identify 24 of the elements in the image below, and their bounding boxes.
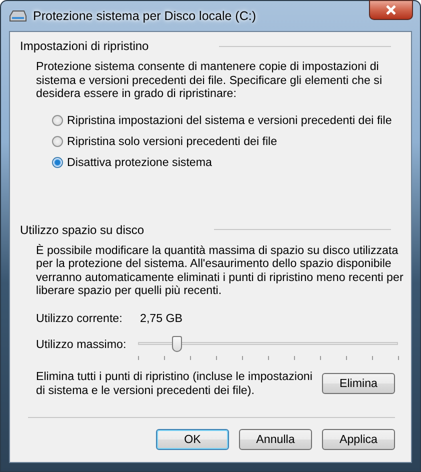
- close-icon: [385, 5, 397, 15]
- max-usage-slider[interactable]: [138, 336, 398, 362]
- group-title: Utilizzo spazio su disco: [20, 222, 144, 236]
- radio-button[interactable]: [52, 114, 63, 126]
- current-usage-label: Utilizzo corrente:: [36, 312, 124, 324]
- radio-option[interactable]: Ripristina impostazioni del sistema e versioni precedenti dei file: [52, 112, 401, 128]
- close-button[interactable]: [369, 0, 413, 20]
- delete-description: Elimina tutti i punti di ripristino (incluse le impostazioni di sistema e le versioni precedenti dei file).: [36, 370, 314, 398]
- dialog-button[interactable]: OK: [156, 428, 229, 450]
- max-usage-label: Utilizzo massimo:: [36, 338, 128, 350]
- window-title: Protezione sistema per Disco locale (C:): [33, 9, 256, 23]
- radio-button[interactable]: [52, 156, 63, 168]
- slider-thumb[interactable]: [172, 336, 182, 352]
- radio-button[interactable]: [52, 136, 63, 146]
- radio-option[interactable]: Ripristina solo versioni precedenti dei file: [52, 134, 401, 148]
- radio-option[interactable]: Disattiva protezione sistema: [52, 154, 401, 170]
- delete-button[interactable]: Elimina: [322, 373, 395, 394]
- drive-icon: [9, 9, 27, 23]
- current-usage-value: 2,75 GB: [140, 312, 183, 324]
- group-title: Impostazioni di ripristino: [20, 39, 149, 53]
- dialog-button[interactable]: Applica: [322, 428, 395, 450]
- description-text: È possibile modificare la quantità massima di spazio su disco utilizzata per la protezione del sistema. All'esaurimento dello spazio disponibile verranno automaticamente eliminati i punti di ripristino meno recenti per liberare spazio per quelli più recenti.: [36, 244, 404, 298]
- dialog-button[interactable]: Annulla: [239, 428, 312, 450]
- description-text: Protezione sistema consente di mantenere copie di impostazioni di sistema e versioni precedenti dei file. Specificare gli elementi che si desidera essere in grado di ripristinare:: [36, 60, 384, 100]
